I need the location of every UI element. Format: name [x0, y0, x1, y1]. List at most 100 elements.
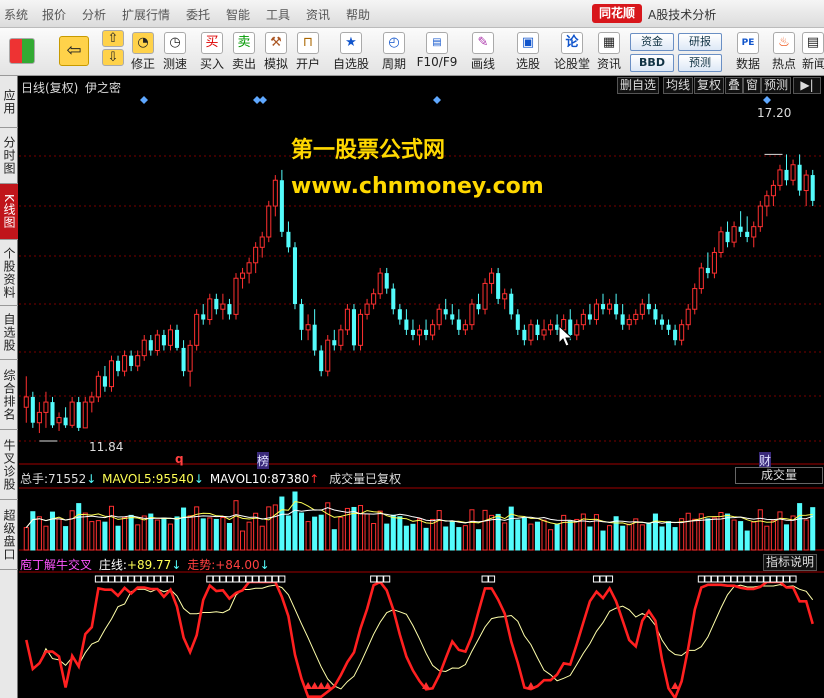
ma-button[interactable]: 均线 [663, 77, 694, 94]
top-signal-box [783, 575, 791, 583]
candle-body [469, 303, 475, 326]
overlay-button[interactable]: 叠 [725, 77, 744, 94]
sidebar: 应用 分时图 K线图 个股资料 自选股 综合排名 牛叉诊股 超级盘口 [0, 76, 18, 698]
watermark-title: 第一股票公式网 [291, 138, 446, 163]
expand-arrow-icon[interactable]: ▶| [793, 77, 821, 94]
draw-line-button[interactable]: ✎ 画线 [466, 30, 500, 74]
stock-screener-button[interactable]: ▣ 选股 [510, 30, 546, 74]
volume-bar [410, 523, 416, 551]
window-button[interactable]: 窗 [743, 77, 762, 94]
adjust-button[interactable]: 复权 [694, 77, 725, 94]
sidebar-tab-stock-profile[interactable]: 个股资料 [0, 240, 18, 306]
top-signal-box [776, 575, 784, 583]
pe-icon: PE [737, 32, 759, 54]
menu-analysis[interactable]: 分析 [82, 6, 106, 23]
volume-bar [607, 525, 613, 551]
sidebar-tab-ranking[interactable]: 综合排名 [0, 360, 18, 430]
candle-body [286, 231, 291, 248]
volume-bar [364, 513, 370, 551]
sidebar-tab-super-level[interactable]: 超级盘口 [0, 500, 18, 570]
volume-bar [397, 516, 403, 551]
menu-news[interactable]: 资讯 [306, 6, 330, 23]
buy-arrow-icon [671, 682, 680, 689]
menu-system[interactable]: 系统 [4, 6, 28, 23]
sell-button[interactable]: 卖卖出 [229, 30, 259, 74]
data-button[interactable]: PE 数据 [732, 30, 764, 74]
kline-chart[interactable] [19, 76, 824, 698]
volume-bar [122, 516, 128, 551]
grid-button[interactable] [4, 30, 40, 74]
volume-bar [384, 523, 390, 551]
candle-body [397, 309, 402, 320]
menu-extended-market[interactable]: 扩展行情 [122, 6, 170, 23]
marker-q[interactable]: q [175, 452, 184, 466]
star-icon: ★ [340, 32, 362, 54]
research-report-button[interactable]: 研报 [678, 33, 722, 51]
f10-button[interactable]: ▤ F10/F9 [414, 30, 460, 74]
clock-icon: ◷ [164, 32, 186, 54]
speed-test-button[interactable]: ◷ 测速 [160, 30, 190, 74]
sidebar-tab-apps[interactable]: 应用 [0, 76, 18, 128]
back-button[interactable]: ⇦ [52, 30, 96, 74]
candle-body [259, 236, 265, 248]
sidebar-tab-diagnosis[interactable]: 牛叉诊股 [0, 430, 18, 500]
simulate-button[interactable]: ⚒ 模拟 [261, 30, 291, 74]
buy-button[interactable]: 买买入 [197, 30, 227, 74]
forum-button[interactable]: 论论股堂 [552, 30, 592, 74]
menu-quote[interactable]: 报价 [42, 6, 66, 23]
candle-body [319, 350, 324, 372]
volume-bar [462, 525, 468, 551]
volume-indicator-select[interactable]: 成交量 [735, 467, 823, 484]
volume-bar [639, 524, 645, 551]
volume-bar [305, 521, 311, 551]
top-signal-box [94, 575, 102, 583]
period-button[interactable]: ◴ 周期 [376, 30, 412, 74]
candle-body [515, 314, 520, 330]
top-signal-box [717, 575, 725, 583]
sidebar-tab-intraday[interactable]: 分时图 [0, 128, 18, 184]
forecast-button[interactable]: 预测 [678, 54, 722, 72]
chart-area[interactable]: 日线(复权) 伊之密 删自选 均线 复权 叠 窗 预测 ▶| 17.20 11.… [19, 76, 824, 698]
news-button[interactable]: ▤ 新闻 [802, 30, 824, 74]
sidebar-tab-kline[interactable]: K线图 [0, 184, 18, 240]
fund-button[interactable]: 资金 [630, 33, 674, 51]
remove-watchlist-button[interactable]: 删自选 [617, 77, 660, 94]
bbd-button[interactable]: BBD [630, 54, 674, 72]
watchlist-button[interactable]: ★ 自选股 [330, 30, 372, 74]
brand-logo: 同花顺 [592, 4, 642, 23]
candle-body [456, 319, 461, 330]
volume-bar [646, 522, 652, 551]
menu-smart[interactable]: 智能 [226, 6, 250, 23]
down-arrow-icon: ↓ [193, 472, 204, 486]
candle-body [89, 396, 95, 403]
candle-body [43, 401, 49, 413]
forecast-toggle-button[interactable]: 预测 [761, 77, 792, 94]
info-button[interactable]: ▦ 资讯 [594, 30, 624, 74]
menu-help[interactable]: 帮助 [346, 6, 370, 23]
menu-order[interactable]: 委托 [186, 6, 210, 23]
candle-body [187, 344, 193, 372]
volume-bar [482, 509, 488, 551]
volume-bar [777, 511, 783, 551]
hotspot-button[interactable]: ♨ 热点 [768, 30, 800, 74]
app-title: A股技术分析 [648, 8, 717, 22]
candle-body [705, 267, 710, 274]
candle-body [620, 314, 625, 325]
candle-body [580, 313, 586, 326]
sidebar-tab-watchlist[interactable]: 自选股 [0, 306, 18, 360]
open-account-button[interactable]: ⊓ 开户 [293, 30, 323, 74]
volume-bar [711, 517, 717, 551]
indicator-help-button[interactable]: 指标说明 [763, 554, 818, 571]
volume-bar [692, 518, 698, 551]
doc-icon: ▦ [598, 32, 620, 54]
volume-bar [600, 530, 606, 551]
fix-button[interactable]: ◔ 修正 [128, 30, 158, 74]
volume-bar [36, 516, 42, 551]
candle-body [201, 314, 206, 320]
marker-rank[interactable]: 榜 [257, 452, 270, 469]
menu-tools[interactable]: 工具 [266, 6, 290, 23]
page-up-down-button[interactable]: ⇧ ⇩ [100, 30, 126, 74]
volume-bar [430, 518, 436, 551]
top-signal-box [763, 575, 771, 583]
candle-body [593, 303, 599, 321]
